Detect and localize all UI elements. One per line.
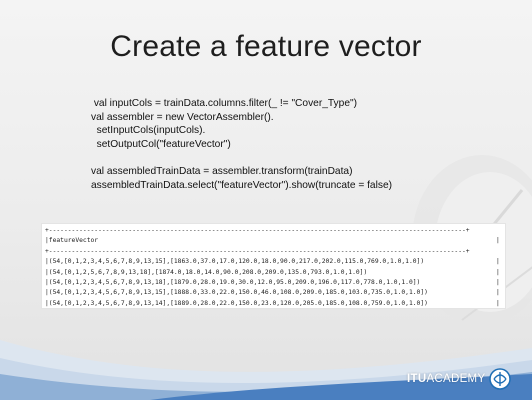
- output-pipe: |: [496, 289, 500, 297]
- output-pipe: |: [496, 258, 500, 266]
- itu-emblem-icon: [489, 368, 512, 390]
- slide-title: Create a feature vector: [110, 30, 422, 63]
- output-row: |(54,[0,1,2,3,4,5,6,7,8,9,13,15],[1888.0…: [45, 288, 505, 298]
- console-output: +---------------------------------------…: [42, 224, 505, 308]
- output-pipe: |: [496, 268, 500, 276]
- output-pipe: |: [496, 299, 500, 307]
- code-line: setOutputCol("featureVector"): [91, 138, 231, 150]
- logo-text-bold: ITU: [407, 373, 427, 385]
- output-border-mid: +---------------------------------------…: [45, 247, 470, 255]
- code-line: setInputCols(inputCols).: [91, 125, 206, 137]
- output-row-text: |(54,[0,1,2,5,6,7,8,9,13,18],[1874.0,18.…: [45, 268, 368, 276]
- output-row: |(54,[0,1,2,3,4,5,6,7,8,9,13,18],[1879.0…: [45, 278, 505, 288]
- output-row-text: |(54,[0,1,2,3,4,5,6,7,8,9,13,18],[1879.0…: [45, 279, 421, 287]
- output-row: |(54,[0,1,2,5,6,7,8,9,13,18],[1874.0,18.…: [45, 268, 505, 278]
- logo-text: ITUACADEMY: [407, 373, 485, 385]
- output-row-text: |(54,[0,1,2,3,4,5,6,7,8,9,13,15],[1888.0…: [45, 289, 428, 297]
- code-block: val inputCols = trainData.columns.filter…: [91, 97, 392, 192]
- output-pipe: |: [496, 237, 500, 245]
- logo-text-regular: ACADEMY: [426, 373, 486, 385]
- output-border-top: +---------------------------------------…: [45, 227, 470, 234]
- code-line: assembledTrainData.select("featureVector…: [91, 179, 393, 191]
- output-row-text: |(54,[0,1,2,3,4,5,6,7,8,9,13,15],[1863.0…: [45, 258, 425, 266]
- slide: Create a feature vector val inputCols = …: [0, 0, 532, 400]
- output-header: |featureVector: [45, 237, 99, 245]
- code-line: val inputCols = trainData.columns.filter…: [91, 98, 357, 109]
- output-header-row: |featureVector |: [45, 236, 505, 246]
- output-row: |(54,[0,1,2,3,4,5,6,7,8,9,13,15],[1863.0…: [45, 257, 505, 267]
- output-row-text: |(54,[0,1,2,3,4,5,6,7,8,9,13,14],[1889.0…: [45, 299, 428, 307]
- itu-academy-logo: ITUACADEMY: [407, 368, 512, 390]
- code-line: val assembler = new VectorAssembler().: [91, 111, 274, 123]
- output-row: |(54,[0,1,2,3,4,5,6,7,8,9,13,14],[1889.0…: [45, 299, 505, 308]
- code-line: val assembledTrainData = assembler.trans…: [91, 165, 353, 177]
- output-pipe: |: [496, 279, 500, 287]
